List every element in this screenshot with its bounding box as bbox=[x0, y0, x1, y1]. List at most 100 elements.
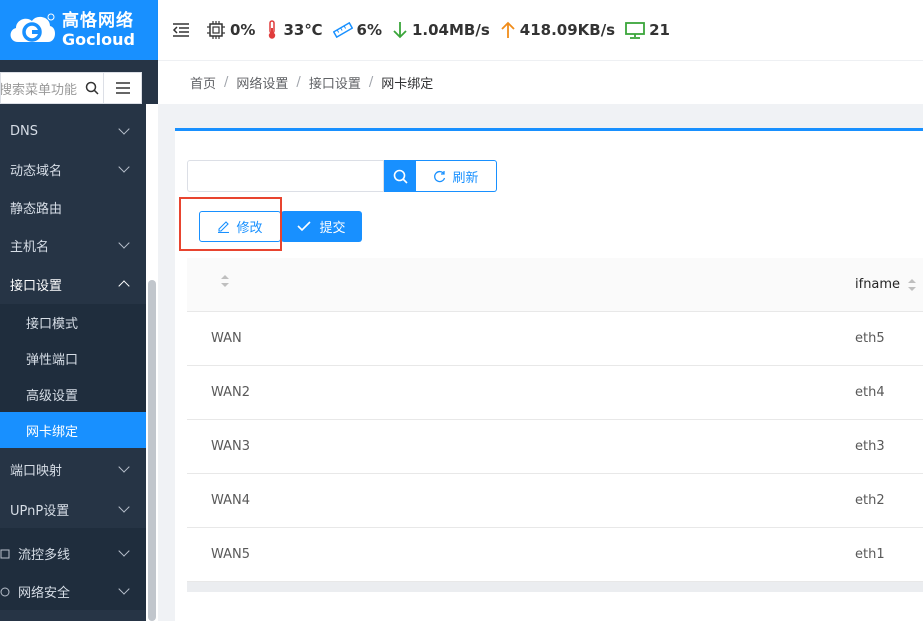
flow-control-icon bbox=[0, 548, 10, 563]
cell-interface: WAN bbox=[211, 331, 242, 346]
content-card: 刷新 修改 提交 ifname WAN eth5 WAN2 eth4 WAN3 … bbox=[175, 128, 923, 621]
upload-stat: 418.09KB/s bbox=[500, 20, 615, 40]
sidebar-item-advanced[interactable]: 高级设置 bbox=[0, 376, 146, 412]
sidebar-item-label: 高级设置 bbox=[26, 388, 79, 404]
breadcrumb-separator: / bbox=[224, 75, 229, 90]
cpu-value: 0% bbox=[230, 21, 256, 39]
cell-ifname: eth4 bbox=[855, 385, 885, 400]
download-stat: 1.04MB/s bbox=[392, 20, 490, 40]
arrow-down-icon bbox=[393, 22, 407, 39]
sidebar: 高恪网络 Gocloud 搜索菜单功能 DNS 动态域名 静态路由 主机名 接口… bbox=[0, 0, 158, 621]
table-row[interactable]: WAN5 eth1 bbox=[187, 528, 923, 582]
refresh-button[interactable]: 刷新 bbox=[416, 160, 497, 192]
chevron-down-icon bbox=[118, 161, 130, 173]
sidebar-item-interface-settings[interactable]: 接口设置 bbox=[0, 264, 146, 304]
check-icon bbox=[297, 221, 312, 232]
sidebar-item-label: 弹性端口 bbox=[26, 352, 79, 368]
chevron-down-icon bbox=[118, 123, 130, 135]
search-toolbar: 刷新 bbox=[187, 160, 497, 192]
chevron-down-icon bbox=[118, 583, 130, 595]
sidebar-item-network-security[interactable]: 网络安全 bbox=[0, 572, 146, 610]
sidebar-item-label: UPnP设置 bbox=[10, 503, 70, 519]
sidebar-item-hostname[interactable]: 主机名 bbox=[0, 226, 146, 264]
breadcrumb-home[interactable]: 首页 bbox=[190, 73, 216, 92]
brand-name-cn: 高恪网络 bbox=[62, 10, 134, 31]
sidebar-item-upnp[interactable]: UPnP设置 bbox=[0, 490, 146, 528]
sidebar-item-label: DNS bbox=[10, 123, 38, 139]
sidebar-item-dns[interactable]: DNS bbox=[0, 112, 146, 150]
refresh-label: 刷新 bbox=[452, 170, 479, 186]
sidebar-item-port-mapping[interactable]: 端口映射 bbox=[0, 448, 146, 490]
sidebar-item-label: 主机名 bbox=[10, 239, 50, 255]
memory-stat: 6% bbox=[332, 20, 382, 40]
sidebar-item-label: 端口映射 bbox=[10, 463, 63, 479]
monitor-icon bbox=[625, 22, 646, 39]
sidebar-scrollbar-thumb[interactable] bbox=[148, 280, 156, 621]
cell-ifname: eth5 bbox=[855, 331, 885, 346]
collapse-menu-icon[interactable] bbox=[172, 22, 190, 38]
sidebar-item-flow-control[interactable]: 流控多线 bbox=[0, 534, 146, 572]
upload-value: 418.09KB/s bbox=[519, 21, 616, 39]
sidebar-submenu: 接口模式 弹性端口 高级设置 网卡绑定 bbox=[0, 304, 146, 448]
sidebar-item-label: 网络安全 bbox=[18, 585, 71, 601]
search-icon[interactable] bbox=[85, 81, 99, 95]
cell-ifname: eth1 bbox=[855, 547, 885, 562]
list-icon bbox=[115, 82, 130, 94]
sidebar-item-label: 接口模式 bbox=[26, 316, 79, 332]
brand-name-en: Gocloud bbox=[62, 29, 135, 49]
sidebar-item-elastic-port[interactable]: 弹性端口 bbox=[0, 340, 146, 376]
menu-search-placeholder: 搜索菜单功能 bbox=[0, 82, 78, 98]
refresh-icon bbox=[434, 170, 446, 182]
sidebar-item-static-route[interactable]: 静态路由 bbox=[0, 188, 146, 226]
breadcrumb-interface-settings[interactable]: 接口设置 bbox=[309, 73, 361, 92]
table-search-input[interactable] bbox=[187, 160, 384, 192]
cpu-icon bbox=[207, 21, 225, 39]
top-header: 0% 33℃ 6% 1.04MB/s 418.09KB/s 21 bbox=[158, 0, 923, 60]
breadcrumb-separator: / bbox=[368, 75, 374, 90]
chevron-down-icon bbox=[118, 501, 130, 513]
cell-ifname: eth2 bbox=[855, 493, 885, 508]
thermometer-icon bbox=[269, 20, 276, 39]
search-button[interactable] bbox=[384, 160, 416, 192]
logo[interactable]: 高恪网络 Gocloud bbox=[0, 0, 158, 60]
chevron-down-icon bbox=[118, 237, 130, 249]
menu-list-button[interactable] bbox=[104, 72, 142, 104]
chevron-up-icon bbox=[118, 280, 130, 292]
cell-ifname: eth3 bbox=[855, 439, 885, 454]
sidebar-item-interface-mode[interactable]: 接口模式 bbox=[0, 304, 146, 340]
cpu-stat: 0% bbox=[206, 20, 255, 40]
chevron-down-icon bbox=[118, 461, 130, 473]
table-header: ifname bbox=[187, 258, 923, 312]
breadcrumb-separator: / bbox=[296, 75, 301, 90]
column-header-ifname[interactable]: ifname bbox=[855, 277, 900, 292]
sidebar-item-nic-binding[interactable]: 网卡绑定 bbox=[0, 412, 146, 448]
sidebar-item-label: 流控多线 bbox=[18, 547, 71, 563]
cell-interface: WAN3 bbox=[211, 439, 251, 454]
sidebar-item-label: 网卡绑定 bbox=[26, 424, 79, 440]
sidebar-item-label: 动态域名 bbox=[10, 163, 63, 179]
gocloud-logo-icon bbox=[10, 13, 56, 42]
menu-search-input[interactable]: 搜索菜单功能 bbox=[0, 72, 104, 104]
sort-icon[interactable] bbox=[908, 279, 916, 291]
chevron-down-icon bbox=[118, 545, 130, 557]
sidebar-menu: DNS 动态域名 静态路由 主机名 接口设置 接口模式 弹性端口 高级设置 网卡… bbox=[0, 112, 146, 610]
devices-stat: 21 bbox=[625, 20, 670, 40]
temperature-value: 33℃ bbox=[283, 21, 323, 39]
table-row[interactable]: WAN3 eth3 bbox=[187, 420, 923, 474]
cell-interface: WAN4 bbox=[211, 493, 251, 508]
breadcrumb-current: 网卡绑定 bbox=[381, 77, 434, 92]
table-horizontal-scrollbar[interactable] bbox=[187, 582, 923, 592]
devices-value: 21 bbox=[649, 21, 670, 39]
table-row[interactable]: WAN2 eth4 bbox=[187, 366, 923, 420]
breadcrumb-network-settings[interactable]: 网络设置 bbox=[236, 73, 288, 92]
breadcrumb: 首页 / 网络设置 / 接口设置 / 网卡绑定 bbox=[158, 60, 923, 104]
submit-button[interactable]: 提交 bbox=[281, 211, 362, 242]
submit-label: 提交 bbox=[319, 221, 346, 236]
table-row[interactable]: WAN eth5 bbox=[187, 312, 923, 366]
sort-icon[interactable] bbox=[221, 275, 229, 287]
memory-icon bbox=[332, 21, 353, 39]
table-row[interactable]: WAN4 eth2 bbox=[187, 474, 923, 528]
cell-interface: WAN5 bbox=[211, 547, 251, 562]
sidebar-item-ddns[interactable]: 动态域名 bbox=[0, 150, 146, 188]
sidebar-item-label: 接口设置 bbox=[10, 278, 63, 294]
